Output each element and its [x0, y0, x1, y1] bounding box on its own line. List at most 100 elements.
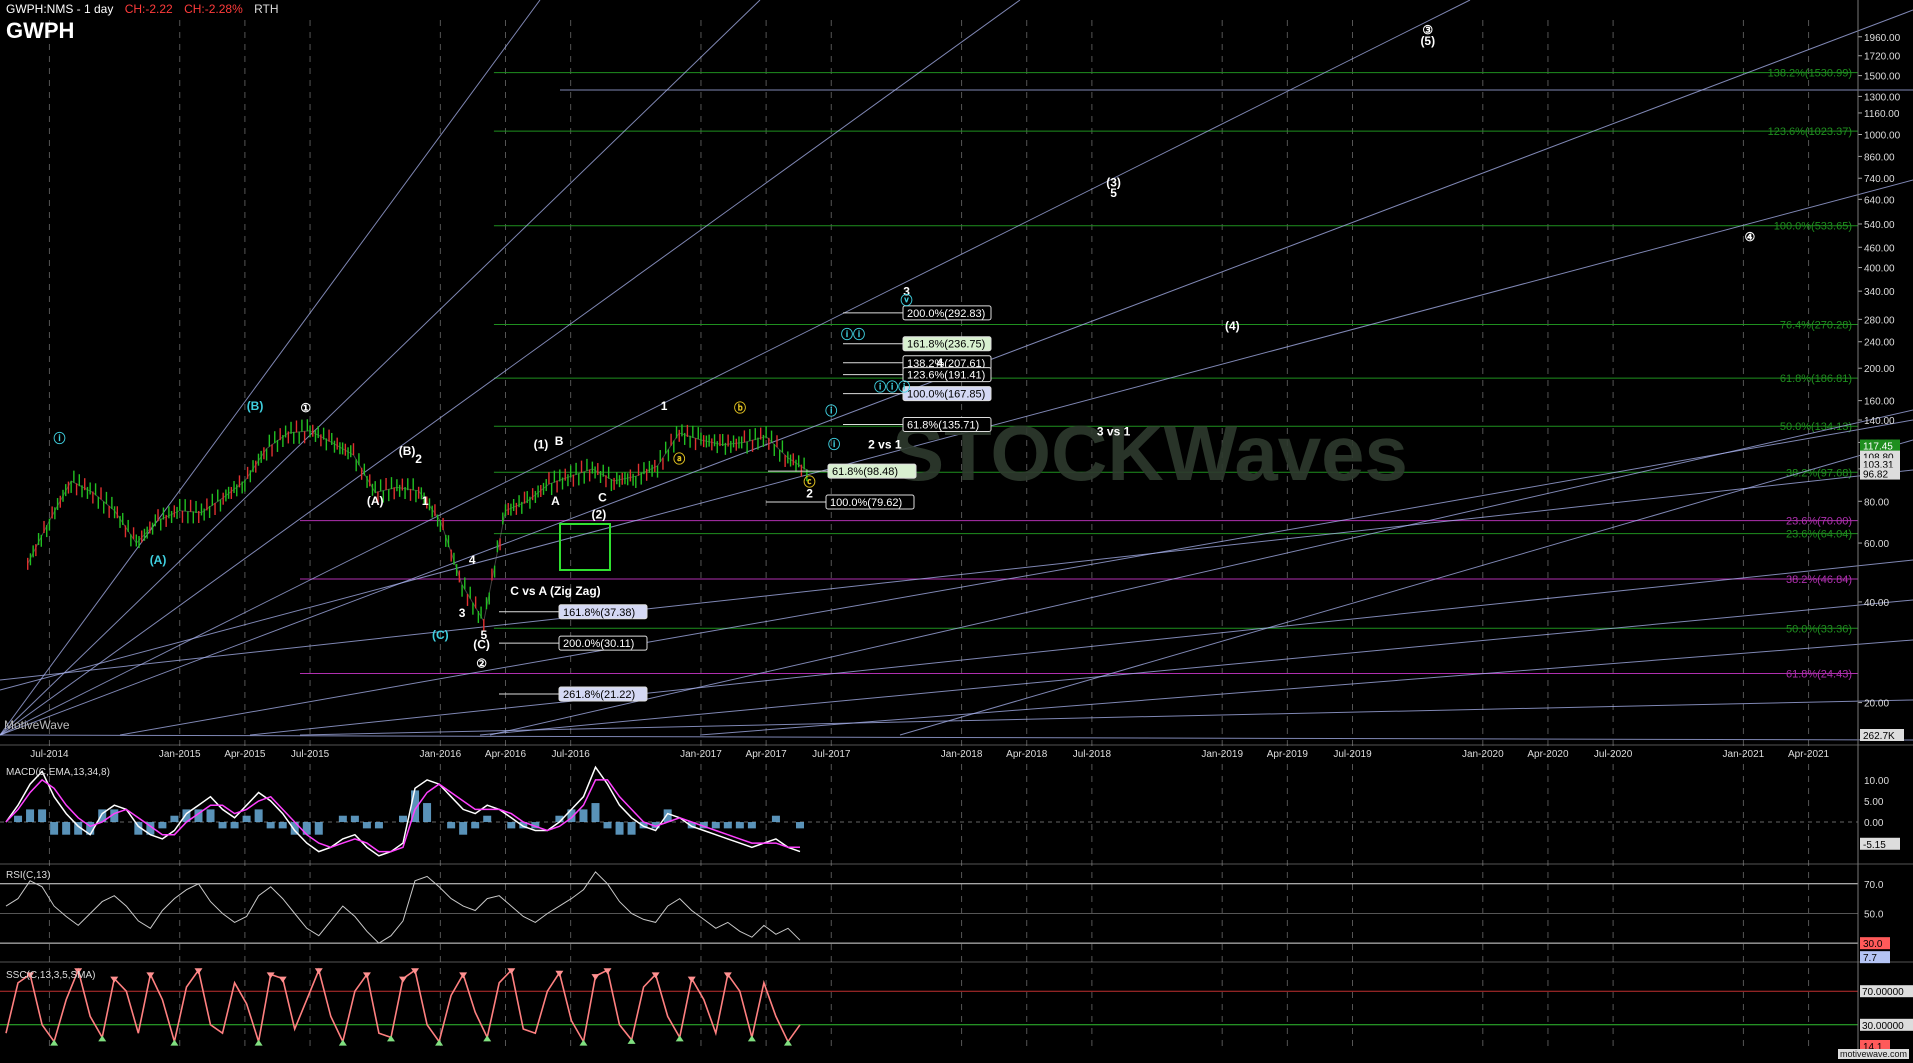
macd-hist-bar	[374, 822, 383, 829]
rsi-line	[5, 871, 801, 944]
macd-value-tag: -5.15	[1863, 840, 1886, 851]
wave-label: 5	[1110, 186, 1117, 200]
gann-fan-line	[699, 639, 1913, 736]
macd-hist-bar	[663, 809, 672, 823]
y-tick-label: 20.00	[1864, 699, 1889, 710]
fib-box-label: 161.8%(37.38)	[563, 607, 635, 619]
macd-hist-bar	[399, 815, 407, 823]
stoch-overbought-marker	[146, 972, 155, 979]
y-tick-label: 200.00	[1864, 364, 1895, 375]
wave-label: ⓘ	[54, 430, 66, 445]
macd-hist-bar	[471, 822, 480, 829]
y-tick-label: 1720.00	[1864, 52, 1901, 63]
volume-tag: 262.7K	[1863, 731, 1895, 742]
macd-hist-bar	[711, 822, 720, 829]
wave-label: (B)	[399, 444, 416, 458]
target-box	[559, 523, 611, 571]
macd-hist-bar	[735, 822, 744, 829]
macd-hist-bar	[771, 815, 780, 823]
wave-label: 2 vs 1	[868, 438, 902, 452]
fib-level-label: 61.8%(186.81)	[1780, 373, 1852, 385]
wave-label: ⓘⓘ	[841, 327, 865, 342]
fib-box-label: 200.0%(30.11)	[563, 638, 634, 650]
macd-hist-bar	[447, 822, 456, 829]
macd-hist-bar	[747, 822, 756, 829]
y-tick-label: 40.00	[1864, 598, 1889, 609]
change-pct: CH:-2.28%	[184, 2, 243, 16]
stoch-overbought-marker	[591, 974, 600, 981]
macd-hist-bar	[314, 822, 323, 835]
gann-fan-line	[0, 0, 1021, 736]
chart-canvas[interactable]: 138.2%(1530.99) 123.6%(1023.37) 100.0%(533…	[0, 0, 1913, 1063]
wave-label: 3 vs 1	[1097, 424, 1131, 438]
chart-header: GWPH:NMS - 1 day CH:-2.22 CH:-2.28% RTH	[6, 2, 279, 16]
y-tick-label: 140.00	[1864, 416, 1895, 427]
x-tick-label: Jul-2019	[1333, 749, 1372, 760]
wave-label: ②	[476, 656, 487, 670]
fib-level-label: 38.2%(46.84)	[1786, 574, 1852, 586]
stoch-overbought-marker	[314, 968, 323, 975]
macd-hist-bar	[38, 809, 47, 823]
x-tick-label: Apr-2015	[224, 749, 266, 760]
macd-hist-bar	[278, 822, 287, 829]
wave-label: (4)	[1225, 319, 1240, 333]
rsi-title: RSI(C,13)	[6, 870, 51, 881]
wave-label: (A)	[367, 494, 384, 508]
macd-hist-bar	[206, 809, 215, 823]
stoch-oversold-marker	[254, 1039, 263, 1046]
wave-label: (B)	[247, 399, 264, 413]
wave-label: ⓥ	[901, 293, 913, 308]
fib-level-label: 123.6%(1023.37)	[1768, 126, 1852, 138]
macd-hist-bar	[579, 809, 588, 823]
stochastic-panel: 70.0000030.0000014.1	[0, 967, 1913, 1053]
stoch-title: SSC(C,13,3,5,SMA)	[6, 970, 96, 981]
rsi-y-tick: 70.0	[1864, 880, 1884, 891]
wave-label: 4	[469, 553, 476, 567]
price-panel: 138.2%(1530.99) 123.6%(1023.37) 100.0%(533…	[0, 0, 1913, 741]
macd-title: MACD(C,EMA,13,34,8)	[6, 767, 110, 778]
wave-label: (5)	[1420, 34, 1435, 48]
rsi-panel: 70.0 50.0 30.0 7.7	[0, 871, 1890, 964]
stoch-oversold-marker	[170, 1039, 179, 1046]
gann-fan-line	[299, 699, 1913, 736]
wave-label: (1)	[534, 438, 549, 452]
macd-hist-bar	[423, 803, 432, 823]
macd-hist-bar	[230, 822, 239, 829]
macd-hist-bar	[170, 815, 179, 823]
y-tick-label: 860.00	[1864, 152, 1895, 163]
fib-box-label: 200.0%(292.83)	[907, 308, 985, 320]
macd-hist-bar	[338, 815, 347, 823]
fib-box-label: 261.8%(21.22)	[563, 689, 635, 701]
wave-label: 4	[937, 356, 944, 370]
y-tick-label: 1000.00	[1864, 130, 1901, 141]
stoch-overbought-marker	[399, 976, 407, 983]
y-tick-label: 240.00	[1864, 338, 1895, 349]
y-tick-label: 80.00	[1864, 497, 1889, 508]
gann-fan-line	[0, 0, 761, 736]
x-tick-label: Apr-2020	[1527, 749, 1569, 760]
y-tick-label: 280.00	[1864, 315, 1895, 326]
x-tick-label: Jul-2014	[30, 749, 69, 760]
stoch-oversold-marker	[627, 1037, 636, 1044]
gann-fan-line	[0, 469, 1913, 681]
fib-box-label: 61.8%(98.48)	[832, 466, 898, 478]
x-tick-label: Jul-2020	[1594, 749, 1633, 760]
wave-label: A	[551, 494, 560, 508]
macd-hist-bar	[158, 822, 167, 829]
x-tick-label: Jan-2020	[1462, 749, 1504, 760]
symbol-label: GWPH:NMS - 1 day	[6, 2, 114, 16]
change-abs: CH:-2.22	[124, 2, 173, 16]
wave-label: ④	[1745, 230, 1756, 244]
macd-hist-bar	[483, 815, 492, 823]
stoch-oversold-marker	[579, 1039, 588, 1046]
wave-label: ⓘ	[825, 403, 837, 418]
macd-hist-bar	[627, 822, 636, 835]
macd-y-tick: 5.00	[1864, 797, 1884, 808]
wave-label: C vs A (Zig Zag)	[510, 584, 600, 598]
wave-label: 1	[422, 494, 429, 508]
fib-box-label: 161.8%(236.75)	[907, 339, 985, 351]
macd-hist-bar	[459, 822, 468, 835]
x-tick-label: Apr-2016	[485, 749, 527, 760]
stoch-oversold-marker	[783, 1039, 792, 1046]
fib-box-label: 123.6%(191.41)	[907, 370, 985, 382]
